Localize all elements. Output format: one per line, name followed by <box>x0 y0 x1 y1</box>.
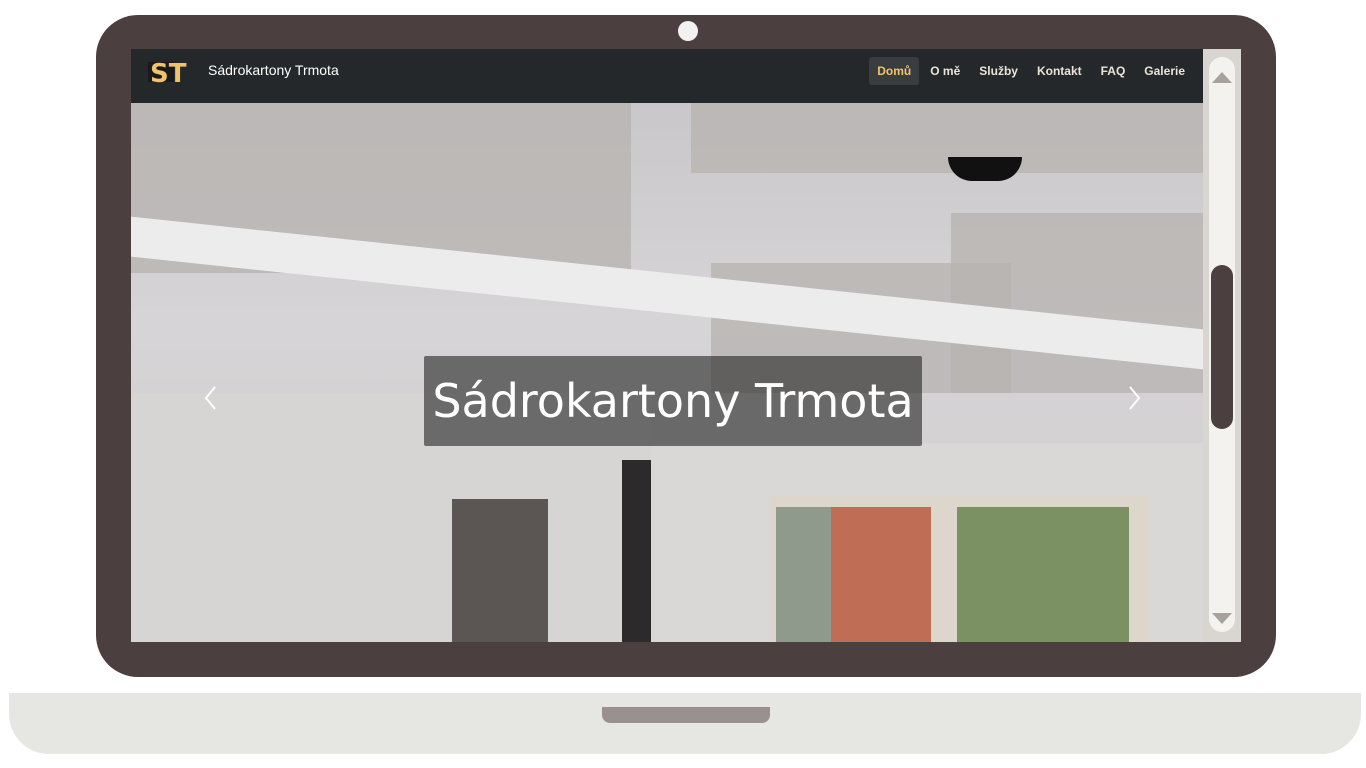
nav-links: Domů O mě Služby Kontakt FAQ Galerie <box>866 57 1193 85</box>
window-pane <box>957 507 1129 642</box>
window-pane <box>776 507 836 642</box>
carousel-next-button[interactable] <box>1124 383 1144 413</box>
ceiling-panel <box>691 103 1203 173</box>
chimney-pipe <box>622 460 651 642</box>
scrollbar-thumb[interactable] <box>1211 265 1233 429</box>
laptop-base <box>9 693 1361 754</box>
doorway <box>452 499 548 642</box>
chevron-right-icon <box>1129 386 1141 410</box>
carousel-prev-button[interactable] <box>201 383 221 413</box>
hero-carousel: Sádrokartony Trmota <box>131 103 1203 642</box>
window-pane <box>831 507 931 642</box>
scroll-up-icon[interactable] <box>1209 67 1235 87</box>
scroll-down-icon[interactable] <box>1209 609 1235 629</box>
nav-link-o-me[interactable]: O mě <box>922 57 968 85</box>
nav-link-galerie[interactable]: Galerie <box>1136 57 1193 85</box>
nav-link-sluzby[interactable]: Služby <box>971 57 1026 85</box>
hero-caption-text: Sádrokartony Trmota <box>432 374 914 428</box>
scrollbar-track[interactable] <box>1209 57 1235 632</box>
nav-link-faq[interactable]: FAQ <box>1093 57 1134 85</box>
brand-logo[interactable]: ST <box>148 56 194 88</box>
nav-link-domu[interactable]: Domů <box>869 57 920 85</box>
chevron-left-icon <box>204 386 216 410</box>
laptop-notch <box>602 707 770 723</box>
webcam <box>678 21 698 41</box>
screen: ST Sádrokartony Trmota Domů O mě Služby … <box>131 49 1241 642</box>
scrollbar[interactable] <box>1203 49 1241 642</box>
logo-letter-s: ST <box>150 59 187 88</box>
brand-name[interactable]: Sádrokartony Trmota <box>208 62 339 78</box>
nav-link-kontakt[interactable]: Kontakt <box>1029 57 1090 85</box>
navbar: ST Sádrokartony Trmota Domů O mě Služby … <box>131 49 1203 103</box>
hero-caption: Sádrokartony Trmota <box>424 356 922 446</box>
